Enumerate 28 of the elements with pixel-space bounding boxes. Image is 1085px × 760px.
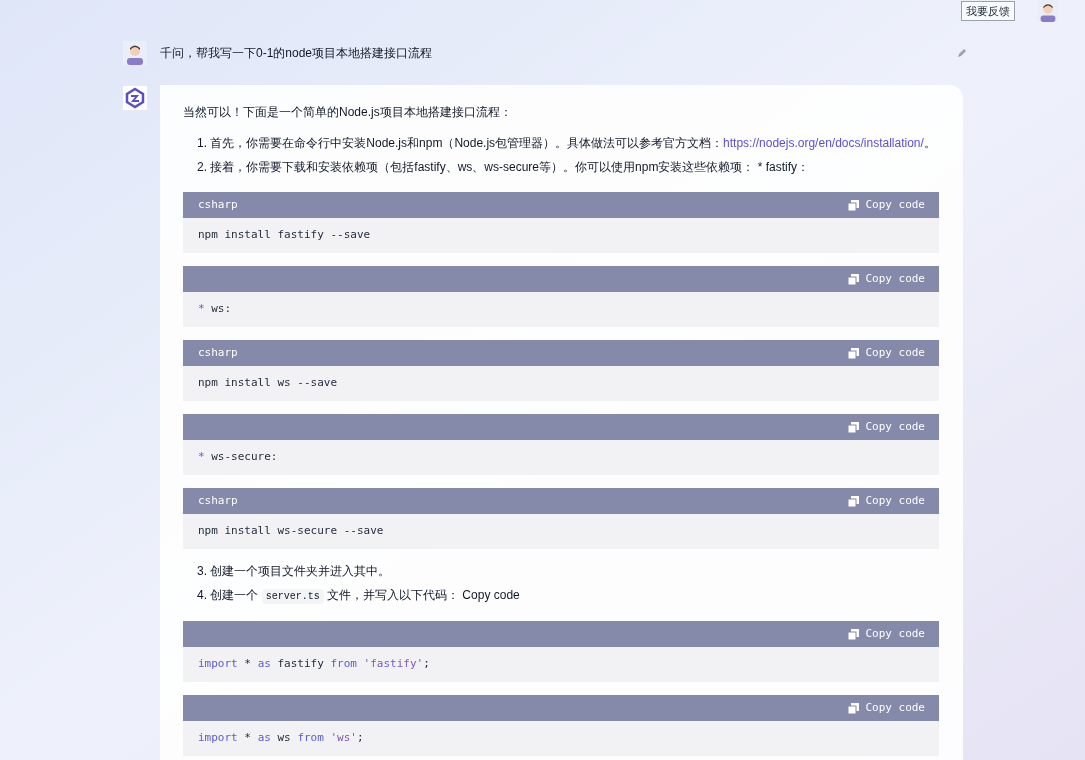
- paragraph: 当然可以！下面是一个简单的Node.js项目本地搭建接口流程：: [183, 104, 513, 121]
- list-item: 4. 创建一个 server.ts 文件，并写入以下代码： Copy code: [196, 587, 521, 606]
- language-label: csharp: [198, 492, 238, 509]
- language-label: csharp: [198, 196, 238, 213]
- copy-icon: [848, 347, 860, 359]
- logo-icon: [123, 86, 147, 110]
- feedback-button[interactable]: 我要反馈: [961, 1, 1015, 21]
- copy-code-button[interactable]: Copy code: [848, 492, 925, 510]
- edit-icon[interactable]: [957, 48, 967, 58]
- copy-code-button[interactable]: Copy code: [848, 625, 925, 643]
- avatar-icon: [123, 41, 147, 65]
- copy-icon: [848, 273, 860, 285]
- list-item: 2. 接着，你需要下载和安装依赖项（包括fastify、ws、ws-secure等）。你可以使用npm安装这些依赖项： * fastify：: [196, 159, 811, 176]
- copy-code-button[interactable]: Copy code: [848, 196, 925, 214]
- copy-icon: [848, 628, 860, 640]
- language-label: csharp: [198, 344, 238, 361]
- copy-code-button[interactable]: Copy code: [848, 270, 925, 288]
- list-item: 1. 首先，你需要在命令行中安装Node.js和npm（Node.js包管理器）。具体做法可以参考官方文档：https://nodejs.org/en/docs/installation/。: [196, 135, 937, 152]
- copy-icon: [848, 421, 860, 433]
- copy-code-button[interactable]: Copy code: [848, 344, 925, 362]
- docs-link[interactable]: https://nodejs.org/en/docs/installation/: [723, 136, 924, 150]
- copy-icon: [848, 495, 860, 507]
- copy-icon: [848, 199, 860, 211]
- copy-code-button[interactable]: Copy code: [848, 418, 925, 436]
- question-text: 千问，帮我写一下0-1的node项目本地搭建接口流程: [160, 45, 434, 62]
- copy-icon: [848, 702, 860, 714]
- copy-code-button[interactable]: Copy code: [848, 699, 925, 717]
- list-item: 3. 创建一个项目文件夹并进入其中。: [196, 563, 392, 580]
